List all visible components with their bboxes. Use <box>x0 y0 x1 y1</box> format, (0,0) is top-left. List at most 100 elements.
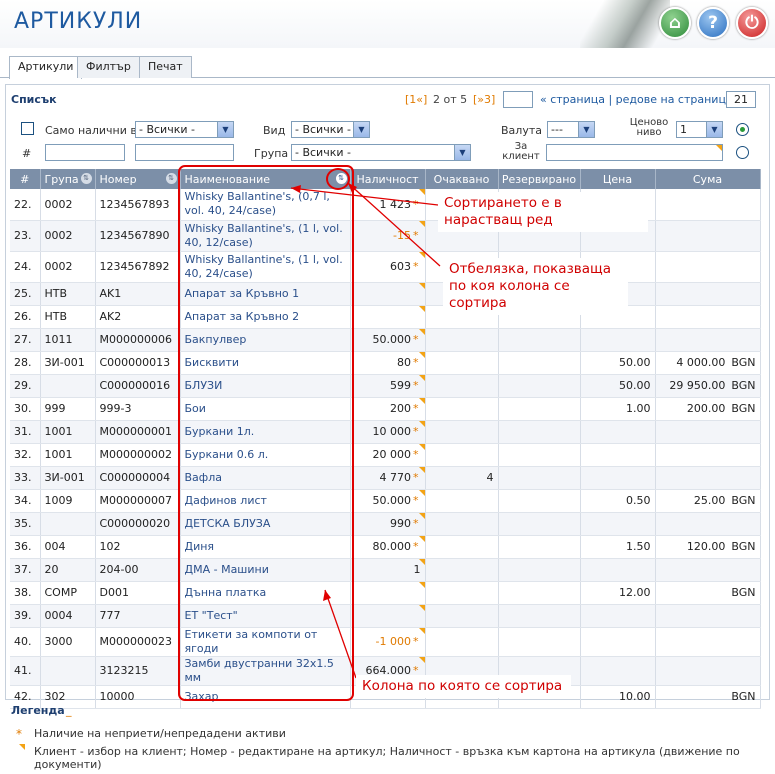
pager-first-link[interactable]: [1«] <box>405 93 427 106</box>
col-header-index[interactable]: # <box>10 169 41 189</box>
cell-quantity[interactable] <box>350 604 426 628</box>
cell-name[interactable]: Буркани 1л. <box>180 420 351 444</box>
currency-link[interactable]: BGN <box>731 586 755 599</box>
col-header-name[interactable]: Наименование ⇅ <box>180 169 351 189</box>
price-level-radio[interactable] <box>736 123 749 136</box>
cell-name[interactable]: Замби двустранни 32x1.5 мм <box>180 656 351 686</box>
type-select[interactable]: - Всички - ▼ <box>291 121 370 138</box>
cell-code[interactable]: M000000002 <box>95 443 181 467</box>
group-select[interactable]: - Всички - ▼ <box>291 144 471 161</box>
currency-link[interactable]: BGN <box>731 690 755 703</box>
cell-code[interactable]: AK2 <box>95 305 181 329</box>
cell-code[interactable]: M000000007 <box>95 489 181 513</box>
currency-link[interactable]: BGN <box>731 379 755 392</box>
legend-toggle[interactable]: _ <box>66 704 72 717</box>
cell-code[interactable]: C000000004 <box>95 466 181 490</box>
cell-quantity[interactable]: 20 000 * <box>350 443 426 467</box>
cell-quantity[interactable]: 599 * <box>350 374 426 398</box>
col-header-group[interactable]: Група ⇅ <box>40 169 96 189</box>
cell-code[interactable]: C000000013 <box>95 351 181 375</box>
client-input[interactable] <box>546 144 723 161</box>
cell-code[interactable]: 1234567892 <box>95 251 181 283</box>
cell-name[interactable]: Дънна платка <box>180 581 351 605</box>
number-filter-input[interactable] <box>45 144 125 161</box>
col-header-price[interactable]: Цена <box>580 169 656 189</box>
currency-link[interactable]: BGN <box>731 402 755 415</box>
name-filter-input[interactable] <box>135 144 234 161</box>
currency-link[interactable]: BGN <box>731 356 755 369</box>
pager-last-link[interactable]: [»3] <box>473 93 495 106</box>
cell-quantity[interactable]: 200 * <box>350 397 426 421</box>
cell-quantity[interactable]: 10 000 * <box>350 420 426 444</box>
tab-articles[interactable]: Артикули <box>9 56 83 79</box>
cell-quantity[interactable]: -1 000 * <box>350 627 426 657</box>
warehouse-select[interactable]: - Всички - ▼ <box>135 121 234 138</box>
client-radio[interactable] <box>736 146 749 159</box>
exit-button[interactable]: ⏻ <box>736 7 768 39</box>
cell-name[interactable]: Диня <box>180 535 351 559</box>
cell-name[interactable]: Бисквити <box>180 351 351 375</box>
cell-code[interactable]: M000000023 <box>95 627 181 657</box>
cell-quantity[interactable]: 4 770 * <box>350 466 426 490</box>
cell-quantity[interactable] <box>350 581 426 605</box>
cell-name[interactable]: Whisky Ballantine's, (1 l, vol. 40, 12/c… <box>180 220 351 252</box>
cell-quantity[interactable]: 990 * <box>350 512 426 536</box>
sort-ascending-icon[interactable]: ⇅ <box>335 173 347 184</box>
cell-code[interactable]: 999-3 <box>95 397 181 421</box>
legend-title[interactable]: Легенда <box>11 704 65 717</box>
cell-quantity[interactable]: 50.000 * <box>350 328 426 352</box>
cell-quantity[interactable]: 80 * <box>350 351 426 375</box>
cell-code[interactable]: 777 <box>95 604 181 628</box>
cell-name[interactable]: Захар <box>180 685 351 709</box>
tab-filter[interactable]: Филтър <box>77 56 140 78</box>
page-number-input[interactable] <box>503 91 533 108</box>
sort-icon[interactable]: ⇅ <box>165 173 177 184</box>
cell-quantity[interactable]: 603 * <box>350 251 426 283</box>
col-header-quantity[interactable]: Наличност <box>350 169 426 189</box>
sort-icon[interactable]: ⇅ <box>80 173 92 184</box>
cell-code[interactable]: D001 <box>95 581 181 605</box>
cell-quantity[interactable]: 1 <box>350 558 426 582</box>
cell-name[interactable]: Whisky Ballantine's, (1 l, vol. 40, 24/c… <box>180 251 351 283</box>
cell-quantity[interactable]: 1 423 * <box>350 189 426 221</box>
cell-name[interactable]: ДМА - Машини <box>180 558 351 582</box>
cell-name[interactable]: Вафла <box>180 466 351 490</box>
cell-code[interactable]: 204-00 <box>95 558 181 582</box>
help-button[interactable]: ? <box>697 7 729 39</box>
cell-quantity[interactable]: 80.000 * <box>350 535 426 559</box>
price-level-select[interactable]: 1 ▼ <box>676 121 723 138</box>
cell-name[interactable]: Дафинов лист <box>180 489 351 513</box>
col-header-sum[interactable]: Сума <box>655 169 761 189</box>
cell-name[interactable]: Бои <box>180 397 351 421</box>
col-header-code[interactable]: Номер ⇅ <box>95 169 181 189</box>
cell-code[interactable]: 1234567890 <box>95 220 181 252</box>
cell-name[interactable]: Апарат за Кръвно 1 <box>180 282 351 306</box>
cell-name[interactable]: ЕТ "Тест" <box>180 604 351 628</box>
pager-label-link[interactable]: « страница | редове на страница » <box>540 93 743 106</box>
cell-code[interactable]: 102 <box>95 535 181 559</box>
cell-name[interactable]: БЛУЗИ <box>180 374 351 398</box>
home-button[interactable]: ⌂ <box>659 7 691 39</box>
col-header-reserved[interactable]: Резервирано <box>498 169 581 189</box>
cell-name[interactable]: Бакпулвер <box>180 328 351 352</box>
cell-name[interactable]: Апарат за Кръвно 2 <box>180 305 351 329</box>
cell-code[interactable]: C000000020 <box>95 512 181 536</box>
currency-select[interactable]: --- ▼ <box>547 121 595 138</box>
only-available-checkbox[interactable] <box>21 122 34 135</box>
cell-quantity[interactable] <box>350 305 426 329</box>
currency-link[interactable]: BGN <box>731 540 755 553</box>
cell-code[interactable]: M000000001 <box>95 420 181 444</box>
cell-quantity[interactable]: -15 * <box>350 220 426 252</box>
cell-code[interactable]: 10000 <box>95 685 181 709</box>
cell-name[interactable]: Етикети за компоти от ягоди <box>180 627 351 657</box>
col-header-expected[interactable]: Очаквано <box>425 169 499 189</box>
tab-print[interactable]: Печат <box>139 56 192 78</box>
rows-per-page-input[interactable]: 21 <box>726 91 756 108</box>
currency-link[interactable]: BGN <box>731 494 755 507</box>
cell-quantity[interactable] <box>350 282 426 306</box>
cell-code[interactable]: AK1 <box>95 282 181 306</box>
cell-quantity[interactable]: 50.000 * <box>350 489 426 513</box>
cell-name[interactable]: Whisky Ballantine's, (0,7 l, vol. 40, 24… <box>180 189 351 221</box>
cell-code[interactable]: C000000016 <box>95 374 181 398</box>
cell-name[interactable]: Буркани 0.6 л. <box>180 443 351 467</box>
